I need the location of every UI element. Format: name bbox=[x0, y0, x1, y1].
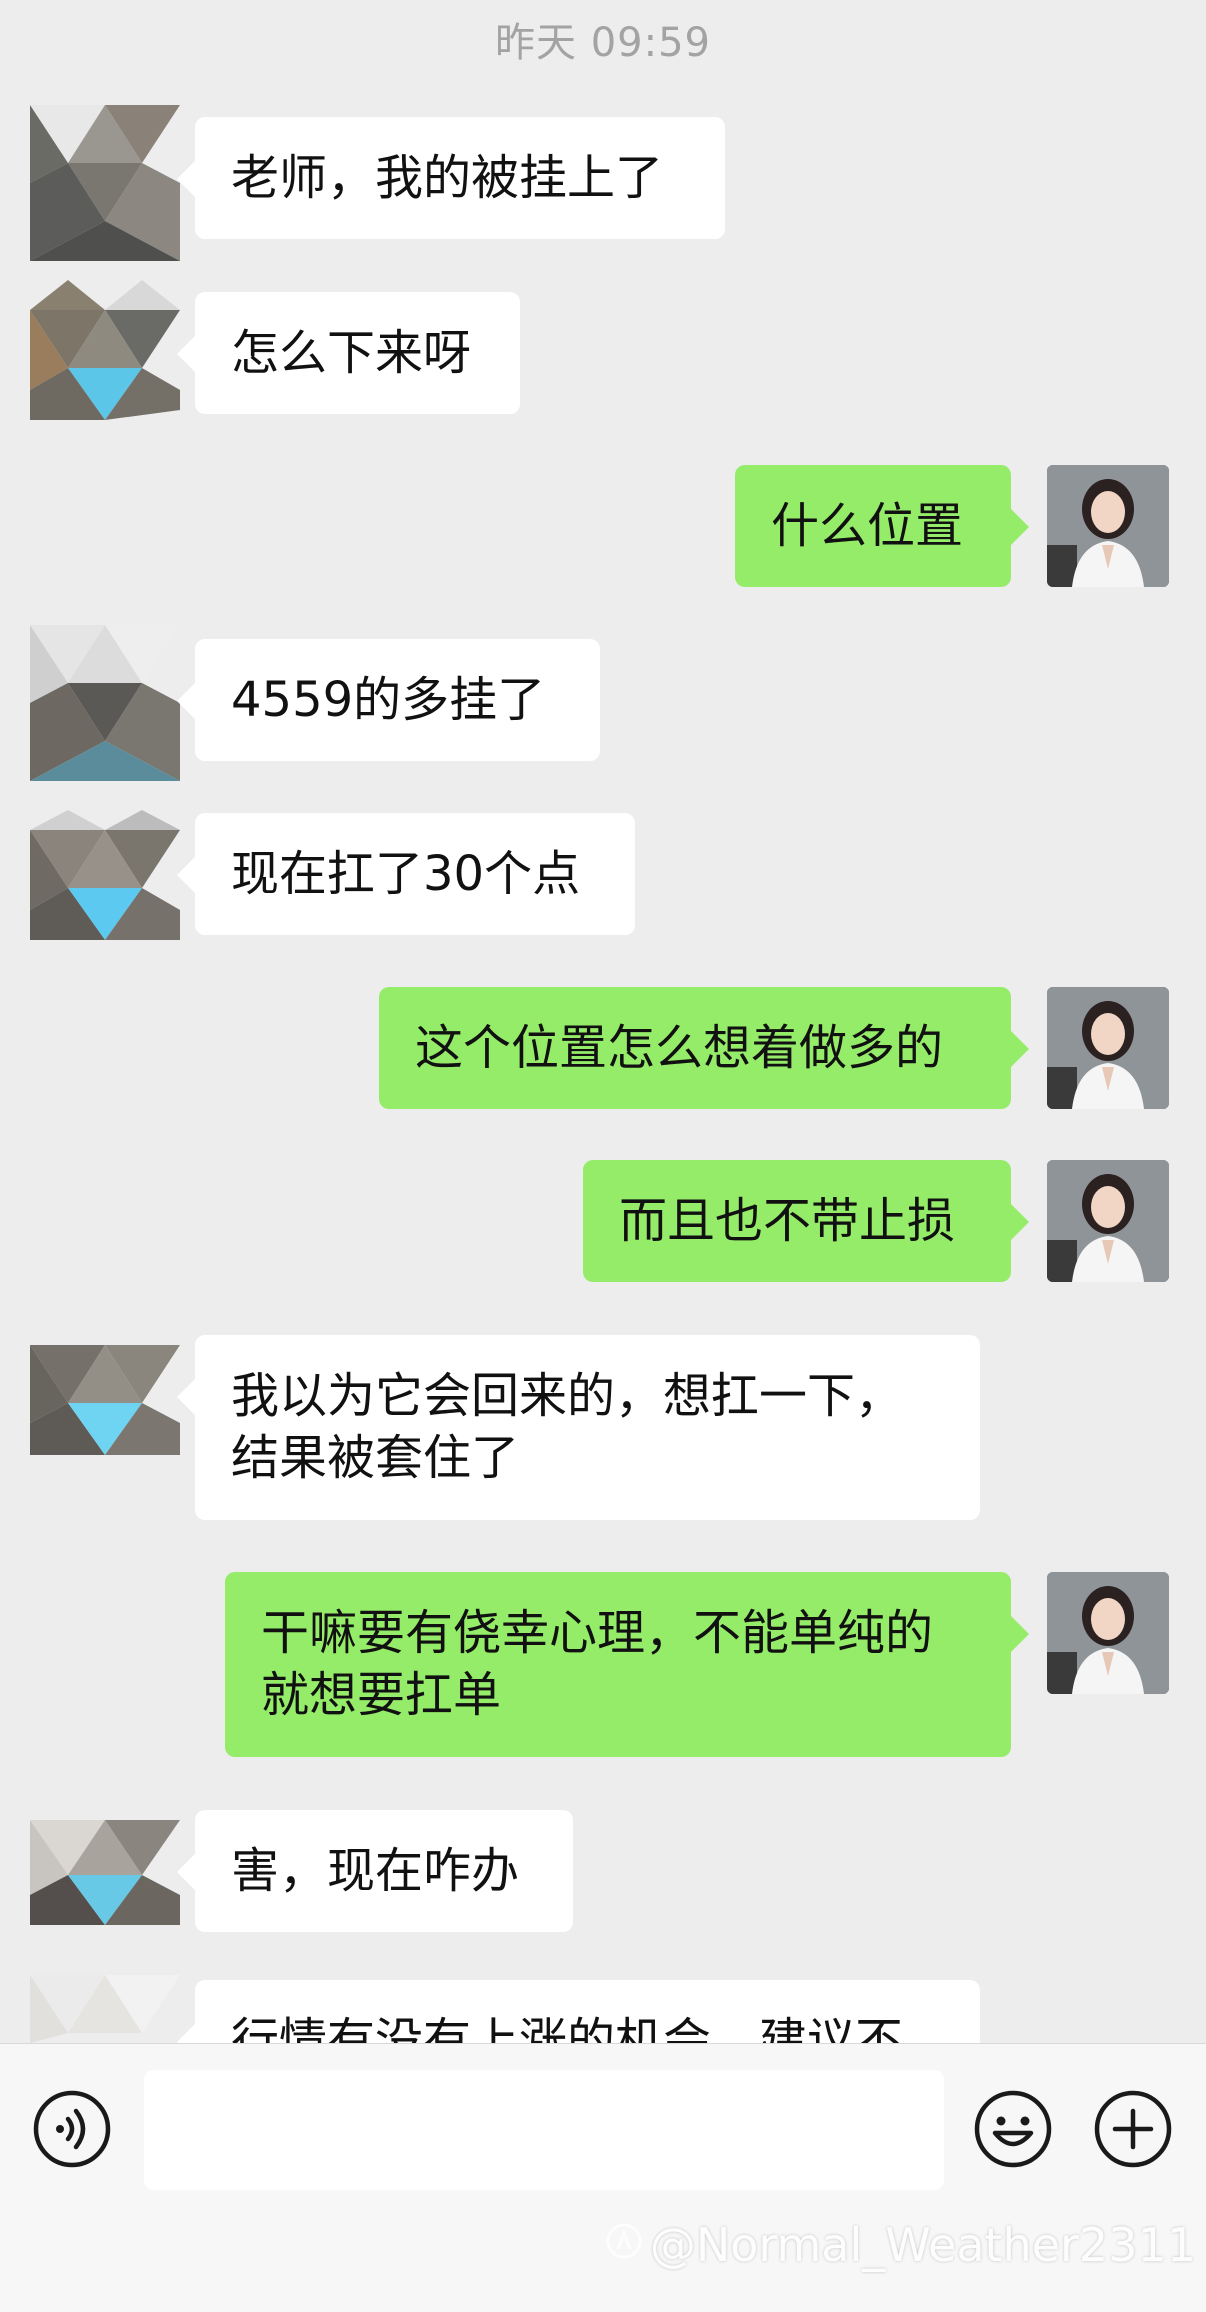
contact-avatar[interactable] bbox=[30, 1345, 180, 1501]
message-input[interactable] bbox=[144, 2070, 944, 2190]
user-avatar[interactable] bbox=[1047, 987, 1169, 1109]
message-text: 怎么下来呀 bbox=[231, 325, 472, 381]
emoji-icon[interactable] bbox=[973, 2089, 1053, 2169]
incoming-bubble[interactable]: 现在扛了30个点 bbox=[177, 813, 635, 935]
message-text: 就想要扛单 bbox=[261, 1667, 502, 1723]
contact-avatar[interactable] bbox=[30, 625, 180, 781]
message-text: 这个位置怎么想着做多的 bbox=[415, 1020, 944, 1076]
message-text: 老师，我的被挂上了 bbox=[231, 150, 664, 206]
plus-icon[interactable] bbox=[1093, 2089, 1173, 2169]
voice-icon[interactable] bbox=[32, 2089, 112, 2169]
user-avatar[interactable] bbox=[1047, 1160, 1169, 1282]
user-avatar[interactable] bbox=[1047, 1572, 1169, 1694]
contact-avatar[interactable] bbox=[30, 105, 180, 261]
incoming-bubble[interactable]: 4559的多挂了 bbox=[177, 639, 600, 761]
outgoing-bubble[interactable]: 而且也不带止损 bbox=[583, 1160, 1029, 1282]
incoming-bubble[interactable]: 害，现在咋办 bbox=[177, 1810, 573, 1932]
incoming-bubble[interactable]: 我以为它会回来的，想扛一下， 结果被套住了 bbox=[177, 1335, 980, 1520]
user-avatar[interactable] bbox=[1047, 465, 1169, 587]
contact-avatar[interactable] bbox=[30, 1975, 180, 2043]
message-text: 而且也不带止损 bbox=[619, 1193, 956, 1249]
incoming-bubble[interactable]: 怎么下来呀 bbox=[177, 292, 520, 414]
contact-avatar[interactable] bbox=[30, 280, 180, 436]
message-text: 我以为它会回来的，想扛一下， bbox=[231, 1368, 904, 1424]
watermark-logo-icon bbox=[604, 2218, 644, 2272]
watermark: @Normal_Weather2311 bbox=[604, 2218, 1196, 2272]
message-text: 结果被套住了 bbox=[231, 1430, 520, 1486]
incoming-bubble[interactable]: 老师，我的被挂上了 bbox=[177, 117, 725, 239]
message-text: 什么位置 bbox=[771, 498, 964, 554]
input-bar: @Normal_Weather2311 bbox=[0, 2043, 1206, 2312]
message-timestamp: 昨天 09:59 bbox=[495, 20, 711, 66]
contact-avatar[interactable] bbox=[30, 810, 180, 966]
watermark-text: @Normal_Weather2311 bbox=[649, 2218, 1196, 2272]
message-text: 干嘛要有侥幸心理，不能单纯的 bbox=[261, 1605, 934, 1661]
outgoing-bubble[interactable]: 这个位置怎么想着做多的 bbox=[379, 987, 1029, 1109]
outgoing-bubble[interactable]: 干嘛要有侥幸心理，不能单纯的 就想要扛单 bbox=[225, 1572, 1029, 1757]
outgoing-bubble[interactable]: 什么位置 bbox=[735, 465, 1029, 587]
message-text: 现在扛了30个点 bbox=[231, 846, 581, 902]
message-text: 害，现在咋办 bbox=[231, 1843, 520, 1899]
message-text: 4559的多挂了 bbox=[231, 672, 546, 728]
contact-avatar[interactable] bbox=[30, 1820, 180, 1976]
